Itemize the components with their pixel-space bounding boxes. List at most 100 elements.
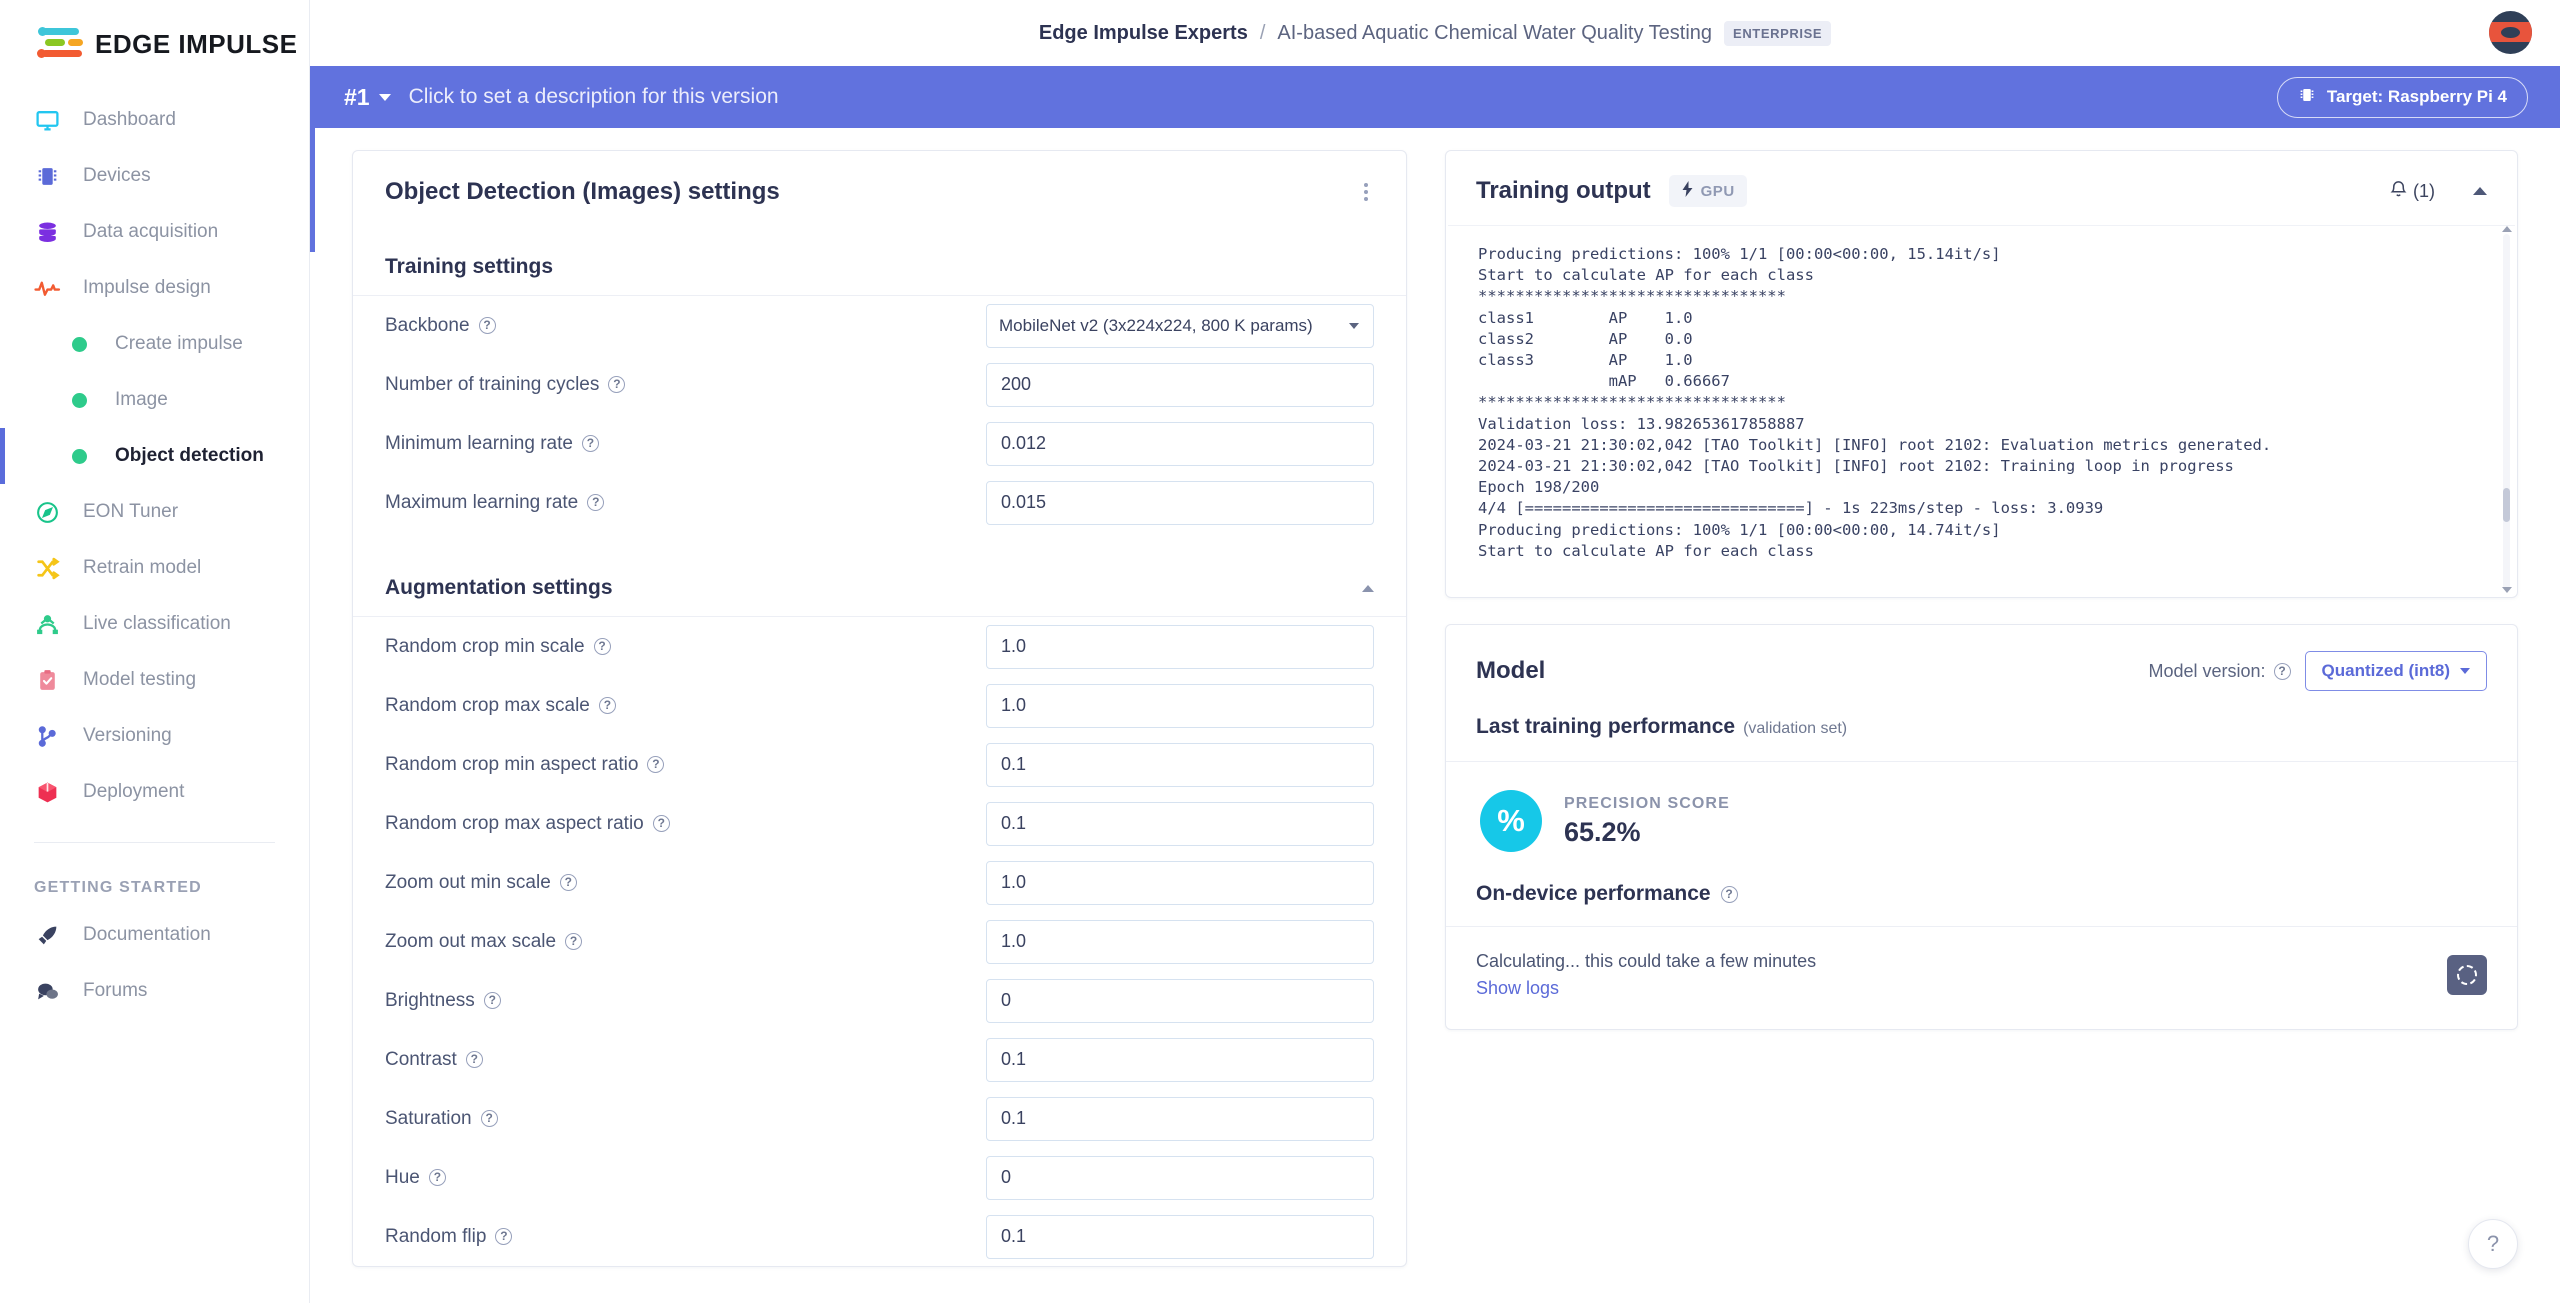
training-cycles-input[interactable] bbox=[986, 362, 1374, 407]
help-icon[interactable]: ? bbox=[2273, 662, 2291, 680]
field-label: Zoom out max scale? bbox=[385, 931, 583, 953]
model-version-label: Model version: bbox=[2148, 660, 2266, 681]
field-row-training-cycles: Number of training cycles ? bbox=[353, 355, 1406, 414]
version-description[interactable]: Click to set a description for this vers… bbox=[409, 85, 779, 109]
backbone-select[interactable]: MobileNet v2 (3x224x224, 800 K params) bbox=[986, 303, 1374, 348]
notifications-indicator[interactable]: (1) bbox=[2390, 179, 2435, 203]
notification-count: (1) bbox=[2413, 180, 2435, 201]
aug-field-input[interactable] bbox=[986, 801, 1374, 846]
scroll-down-arrow-icon[interactable] bbox=[2502, 587, 2512, 593]
aug-field-input[interactable] bbox=[986, 860, 1374, 905]
help-icon[interactable]: ? bbox=[478, 317, 496, 334]
target-device-button[interactable]: Target: Raspberry Pi 4 bbox=[2276, 76, 2528, 118]
sidebar-item-create-impulse[interactable]: Create impulse bbox=[0, 316, 309, 372]
scroll-up-arrow-icon[interactable] bbox=[2502, 226, 2512, 232]
help-icon[interactable]: ? bbox=[565, 933, 583, 950]
training-log-console[interactable]: Producing predictions: 100% 1/1 [00:00<0… bbox=[1448, 225, 2515, 595]
chip-icon bbox=[2298, 86, 2316, 109]
aug-field-input[interactable] bbox=[986, 1096, 1374, 1141]
sidebar-item-versioning[interactable]: Versioning bbox=[0, 708, 309, 764]
help-icon[interactable]: ? bbox=[1720, 885, 1738, 903]
more-options-icon[interactable] bbox=[1358, 177, 1374, 207]
sidebar-item-devices[interactable]: Devices bbox=[0, 148, 309, 204]
help-icon[interactable]: ? bbox=[598, 697, 616, 714]
help-icon[interactable]: ? bbox=[428, 1169, 446, 1186]
output-column: Training output GPU (1) Producing predic… bbox=[1445, 150, 2518, 1267]
aug-field-input[interactable] bbox=[986, 919, 1374, 964]
help-icon[interactable]: ? bbox=[495, 1228, 513, 1245]
aug-field-label: Random crop min scale bbox=[385, 635, 585, 657]
sidebar-item-object-detection[interactable]: Object detection bbox=[0, 428, 309, 484]
model-version-dropdown[interactable]: Quantized (int8) bbox=[2304, 651, 2487, 691]
help-icon[interactable]: ? bbox=[480, 1110, 498, 1127]
version-selector[interactable]: #1 bbox=[344, 84, 391, 111]
brand-logo[interactable]: EDGE IMPULSE bbox=[0, 0, 309, 62]
help-icon[interactable]: ? bbox=[587, 494, 605, 511]
field-label: Random flip? bbox=[385, 1226, 513, 1248]
console-scrollbar-thumb[interactable] bbox=[2503, 488, 2510, 522]
console-scrollbar-track[interactable] bbox=[2503, 234, 2510, 589]
breadcrumb-org[interactable]: Edge Impulse Experts bbox=[1039, 22, 1248, 45]
chevron-up-icon[interactable] bbox=[1362, 584, 1374, 592]
sidebar-item-live-classification[interactable]: Live classification bbox=[0, 596, 309, 652]
aug-field-input[interactable] bbox=[986, 742, 1374, 787]
sidebar-item-label: Live classification bbox=[83, 613, 231, 634]
git-branch-icon bbox=[34, 723, 61, 750]
help-icon[interactable]: ? bbox=[483, 992, 501, 1009]
help-icon[interactable]: ? bbox=[581, 435, 599, 452]
help-icon[interactable]: ? bbox=[647, 756, 665, 773]
help-icon[interactable]: ? bbox=[593, 638, 611, 655]
sidebar-item-impulse-design[interactable]: Impulse design bbox=[0, 260, 309, 316]
model-card: Model Model version: ? Quantized (int8) bbox=[1445, 624, 2518, 1030]
aug-field-label: Saturation bbox=[385, 1107, 472, 1129]
aug-field-input[interactable] bbox=[986, 624, 1374, 669]
aug-field-input[interactable] bbox=[986, 683, 1374, 728]
sidebar-item-eon-tuner[interactable]: EON Tuner bbox=[0, 484, 309, 540]
sidebar-item-data-acquisition[interactable]: Data acquisition bbox=[0, 204, 309, 260]
sidebar-item-image[interactable]: Image bbox=[0, 372, 309, 428]
aug-field-input[interactable] bbox=[986, 978, 1374, 1023]
field-label: Maximum learning rate ? bbox=[385, 492, 605, 514]
compass-icon bbox=[34, 499, 61, 526]
help-icon[interactable]: ? bbox=[465, 1051, 483, 1068]
field-label: Minimum learning rate ? bbox=[385, 433, 599, 455]
sidebar-item-model-testing[interactable]: Model testing bbox=[0, 652, 309, 708]
field-label: Zoom out min scale? bbox=[385, 872, 577, 894]
database-icon bbox=[34, 219, 61, 246]
aug-field-input[interactable] bbox=[986, 1037, 1374, 1082]
max-learning-rate-input[interactable] bbox=[986, 480, 1374, 525]
augmentation-settings-label: Augmentation settings bbox=[385, 576, 613, 599]
sidebar-item-dashboard[interactable]: Dashboard bbox=[0, 92, 309, 148]
field-label: Backbone ? bbox=[385, 315, 496, 337]
help-icon[interactable]: ? bbox=[608, 376, 626, 393]
training-settings-heading: Training settings bbox=[353, 233, 1406, 296]
aug-field-label: Random crop min aspect ratio bbox=[385, 753, 639, 775]
sidebar-item-retrain-model[interactable]: Retrain model bbox=[0, 540, 309, 596]
backbone-label: Backbone bbox=[385, 314, 470, 336]
aug-field-label: Random crop max scale bbox=[385, 694, 590, 716]
aug-field-input[interactable] bbox=[986, 1155, 1374, 1200]
status-dot-icon bbox=[72, 392, 87, 408]
sidebar-item-label: Data acquisition bbox=[83, 221, 219, 242]
precision-score-label: PRECISION SCORE bbox=[1564, 794, 1730, 812]
augmentation-settings-heading[interactable]: Augmentation settings bbox=[353, 554, 1406, 617]
pulse-icon bbox=[34, 275, 61, 302]
field-row-saturation: Saturation? bbox=[353, 1089, 1406, 1148]
calculating-row: Calculating... this could take a few min… bbox=[1446, 927, 2517, 1029]
help-button[interactable]: ? bbox=[2468, 1219, 2518, 1269]
sidebar-item-documentation[interactable]: Documentation bbox=[0, 907, 309, 963]
collapse-icon[interactable] bbox=[2473, 187, 2487, 195]
aug-field-input[interactable] bbox=[986, 1214, 1374, 1259]
sidebar-item-label: Deployment bbox=[83, 781, 185, 802]
training-output-header: Training output GPU (1) bbox=[1446, 151, 2517, 225]
user-avatar[interactable] bbox=[2489, 11, 2532, 54]
breadcrumb-project[interactable]: AI-based Aquatic Chemical Water Quality … bbox=[1277, 22, 1712, 45]
sidebar-item-deployment[interactable]: Deployment bbox=[0, 764, 309, 820]
help-icon[interactable]: ? bbox=[559, 874, 577, 891]
min-learning-rate-input[interactable] bbox=[986, 421, 1374, 466]
help-icon[interactable]: ? bbox=[652, 815, 670, 832]
show-logs-link[interactable]: Show logs bbox=[1476, 978, 1816, 999]
sidebar-item-forums[interactable]: Forums bbox=[0, 963, 309, 1019]
settings-card-header: Object Detection (Images) settings bbox=[353, 151, 1406, 233]
field-row-hue: Hue? bbox=[353, 1148, 1406, 1207]
